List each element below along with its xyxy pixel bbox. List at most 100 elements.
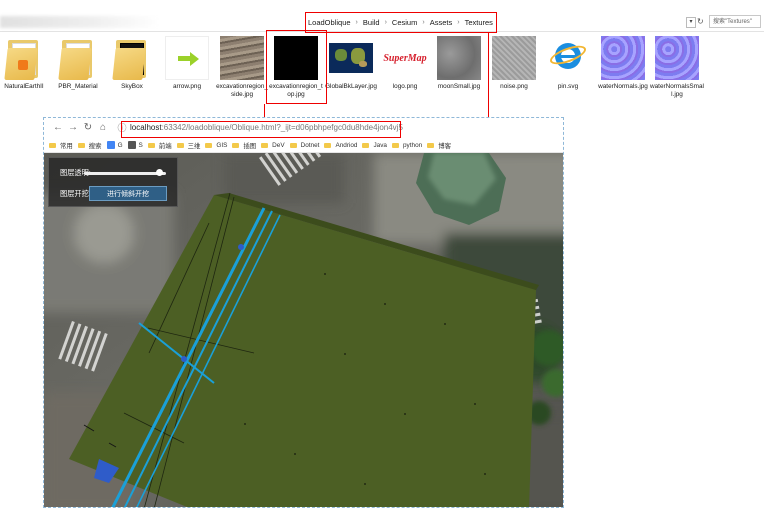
- file-item[interactable]: SkyBox: [105, 36, 159, 91]
- file-thumbnail: [220, 36, 264, 80]
- file-item[interactable]: waterNormals.jpg: [596, 36, 650, 91]
- file-thumbnail: [329, 36, 373, 80]
- file-item[interactable]: excavationregion_side.jpg: [215, 36, 269, 99]
- bookmark-label: 三维: [187, 142, 201, 150]
- breadcrumb-item[interactable]: Assets: [428, 18, 455, 27]
- bookmark-item[interactable]: S: [127, 141, 143, 149]
- bookmark-item[interactable]: 三维: [176, 141, 201, 150]
- folder-icon: [427, 142, 435, 148]
- layer-control-panel: 图层透明: 图层开挖: 进行倾斜开挖: [48, 157, 178, 207]
- bookmark-label: Dotnet: [300, 141, 320, 149]
- breadcrumb-item[interactable]: LoadOblique: [306, 18, 353, 27]
- file-thumbnail: [437, 36, 481, 80]
- bookmark-label: Andriod: [335, 141, 358, 149]
- home-icon[interactable]: ⌂: [97, 121, 109, 135]
- noise-texture-icon: [492, 36, 536, 80]
- explorer-address-bar[interactable]: LoadOblique › Build › Cesium › Assets › Textures…: [0, 13, 764, 32]
- breadcrumb-separator-icon[interactable]: ›: [353, 19, 361, 26]
- site-icon: [106, 141, 115, 149]
- bookmark-label: Java: [373, 141, 387, 149]
- supermap-logo-icon: SuperMap: [383, 52, 427, 64]
- opacity-slider-knob[interactable]: [155, 169, 163, 176]
- file-thumbnail: [492, 36, 536, 80]
- folder-icon: [176, 142, 184, 148]
- excavate-label: 图层开挖:: [60, 189, 91, 198]
- 3d-scene-canvas[interactable]: 图层透明: 图层开挖: 进行倾斜开挖: [44, 153, 563, 507]
- bookmark-item[interactable]: python: [391, 141, 423, 149]
- bookmark-label: 插图: [243, 142, 257, 150]
- forward-icon[interactable]: →: [67, 121, 79, 135]
- bookmarks-bar: 常用 搜索 G S 前端 三维 GIS 插图 DeV Dotnet Andriod Java pytho…: [44, 138, 563, 153]
- bookmark-item[interactable]: DeV: [261, 141, 285, 149]
- folder-icon: [324, 142, 332, 148]
- bookmark-item[interactable]: G: [106, 141, 123, 149]
- bookmark-label: 前端: [158, 142, 172, 150]
- browser-navbar: ← → ↻ ⌂ ⓘ localhost:63342/loadoblique/Ob…: [44, 118, 563, 138]
- file-item[interactable]: SuperMap logo.png: [378, 36, 432, 91]
- file-item[interactable]: NaturalEarthII: [0, 36, 51, 91]
- search-input[interactable]: 搜索"Textures": [709, 15, 761, 28]
- bookmark-item[interactable]: Andriod: [324, 142, 357, 149]
- file-thumbnail: SuperMap: [383, 36, 427, 80]
- breadcrumb-separator-icon[interactable]: ›: [419, 19, 427, 26]
- breadcrumb-item[interactable]: Cesium: [390, 18, 419, 27]
- moon-texture-icon: [437, 36, 481, 80]
- file-grid[interactable]: NaturalEarthII PBR_Material SkyBox arrow.pn…: [0, 36, 764, 106]
- breadcrumb-separator-icon[interactable]: ›: [382, 19, 390, 26]
- file-item[interactable]: pin.svg: [541, 36, 595, 91]
- folder-icon: [112, 40, 150, 80]
- url-input[interactable]: localhost:63342/loadoblique/Oblique.html…: [130, 123, 403, 132]
- file-name: logo.png: [392, 83, 418, 90]
- breadcrumb[interactable]: LoadOblique › Build › Cesium › Assets › Textures: [306, 13, 495, 31]
- file-item[interactable]: arrow.png: [160, 36, 214, 91]
- bookmark-label: python: [402, 141, 423, 149]
- file-name: excavationregion_top.jpg: [269, 83, 323, 98]
- file-item[interactable]: PBR_Material: [51, 36, 105, 91]
- file-name: moonSmall.jpg: [437, 83, 481, 90]
- bookmark-item[interactable]: 常用: [49, 141, 73, 150]
- bookmark-item[interactable]: 搜索: [77, 141, 102, 150]
- excavate-button[interactable]: 进行倾斜开挖: [89, 186, 167, 201]
- file-item[interactable]: noise.png: [487, 36, 541, 91]
- breadcrumb-item[interactable]: Build: [361, 18, 382, 27]
- folder-icon: [4, 40, 42, 80]
- bookmark-item[interactable]: Java: [362, 142, 387, 149]
- breadcrumb-separator-icon[interactable]: ›: [454, 19, 462, 26]
- bookmark-label: DeV: [272, 141, 285, 149]
- bookmark-item[interactable]: 博客: [427, 141, 451, 150]
- bookmark-label: G: [117, 141, 123, 149]
- file-name: GlobalBkLayer.jpg: [325, 83, 377, 90]
- breadcrumb-item[interactable]: Textures: [463, 18, 495, 27]
- file-name: PBR_Material: [58, 83, 98, 90]
- reload-icon[interactable]: ↻: [82, 121, 94, 135]
- bookmark-label: 搜索: [88, 142, 102, 150]
- url-host: localhost: [130, 123, 162, 132]
- back-icon[interactable]: ←: [52, 121, 64, 135]
- file-item[interactable]: moonSmall.jpg: [432, 36, 486, 91]
- opacity-slider[interactable]: [84, 169, 166, 176]
- chevron-down-icon[interactable]: ▾: [686, 17, 696, 28]
- folder-icon: [58, 40, 96, 80]
- file-thumbnail: [274, 36, 318, 80]
- black-texture-icon: [274, 36, 318, 80]
- address-blur: [0, 16, 160, 28]
- folder-icon: [77, 142, 85, 148]
- file-item[interactable]: waterNormalsSmall.jpg: [650, 36, 704, 99]
- file-name: arrow.png: [172, 83, 202, 90]
- file-item[interactable]: GlobalBkLayer.jpg: [324, 36, 378, 91]
- bookmark-item[interactable]: Dotnet: [289, 141, 320, 149]
- file-item[interactable]: excavationregion_top.jpg: [269, 36, 323, 99]
- info-icon: ⓘ: [117, 123, 127, 133]
- bookmark-label: GIS: [216, 141, 228, 149]
- file-thumbnail: [2, 36, 46, 80]
- folder-icon: [205, 142, 213, 148]
- bookmark-item[interactable]: 前端: [147, 141, 172, 150]
- refresh-icon[interactable]: ↻: [697, 16, 705, 27]
- bookmark-item[interactable]: GIS: [205, 142, 227, 149]
- folder-icon: [232, 142, 240, 148]
- file-thumbnail: [56, 36, 100, 80]
- browser-window[interactable]: ← → ↻ ⌂ ⓘ localhost:63342/loadoblique/Ob…: [43, 117, 564, 508]
- file-thumbnail: [110, 36, 154, 80]
- file-name: waterNormals.jpg: [598, 83, 648, 90]
- bookmark-item[interactable]: 插图: [232, 141, 256, 150]
